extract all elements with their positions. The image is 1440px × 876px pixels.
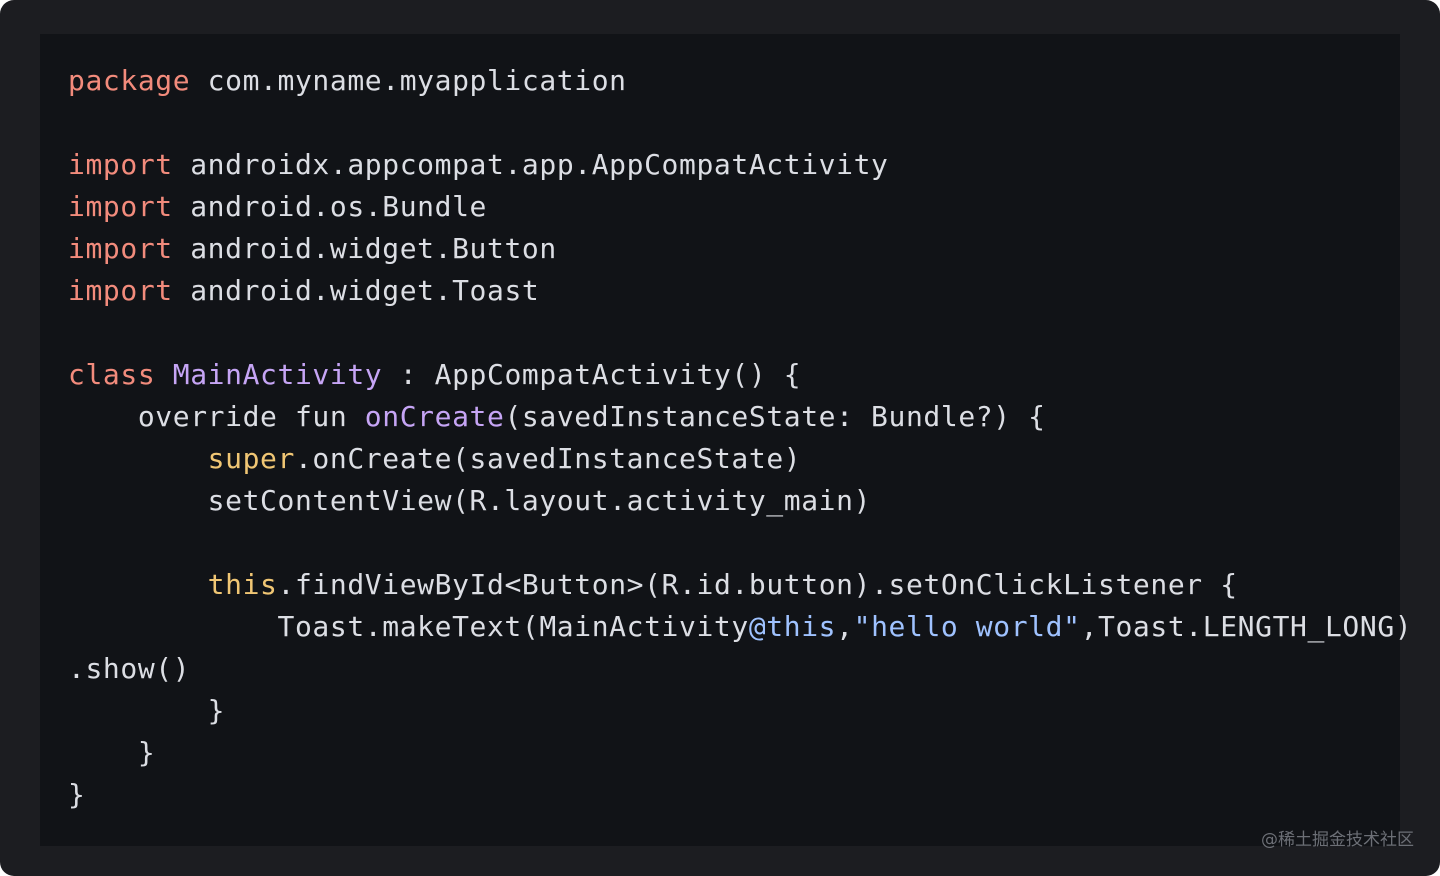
code-token: setContentView(R.layout.activity_main) xyxy=(68,484,872,517)
code-token: } xyxy=(68,778,86,811)
watermark: @稀土掘金技术社区 xyxy=(1261,830,1414,850)
code-token: , xyxy=(836,610,854,643)
code-token-str: "hello world" xyxy=(853,610,1081,643)
code-token: androidx.appcompat.app.AppCompatActivity xyxy=(172,148,889,181)
code-line: import android.widget.Button xyxy=(68,228,1412,270)
code-token-kw: import xyxy=(68,232,173,265)
code-token: } xyxy=(68,694,226,727)
code-token: .findViewById<Button>(R.id.button).setOn… xyxy=(277,568,1238,601)
code-token-str: @this xyxy=(748,610,837,643)
code-token: android.widget.Toast xyxy=(172,274,540,307)
code-token: .onCreate(savedInstanceState) xyxy=(294,442,802,475)
code-line: this.findViewById<Button>(R.id.button).s… xyxy=(68,564,1412,606)
code-token: } xyxy=(68,736,156,769)
code-line: } xyxy=(68,690,1412,732)
code-token-kw: class xyxy=(68,358,156,391)
code-line: } xyxy=(68,774,1412,816)
code-token: android.os.Bundle xyxy=(172,190,487,223)
code-line: import androidx.appcompat.app.AppCompatA… xyxy=(68,144,1412,186)
code-line: } xyxy=(68,732,1412,774)
code-line: Toast.makeText(MainActivity@this,"hello … xyxy=(68,606,1412,648)
code-token-kw: import xyxy=(68,148,173,181)
code-token-fn: onCreate xyxy=(364,400,505,433)
code-token-kw: package xyxy=(68,64,191,97)
code-token-yel: this xyxy=(207,568,278,601)
code-token-yel: super xyxy=(207,442,295,475)
code-token-kw: import xyxy=(68,190,173,223)
code-token: : AppCompatActivity() { xyxy=(382,358,802,391)
code-line: import android.widget.Toast xyxy=(68,270,1412,312)
code-token: ,Toast.LENGTH_LONG) xyxy=(1080,610,1413,643)
code-line: package com.myname.myapplication xyxy=(68,60,1412,102)
code-line: .show() xyxy=(68,648,1412,690)
code-token: .show() xyxy=(68,652,191,685)
code-token: com.myname.myapplication xyxy=(190,64,627,97)
code-line: super.onCreate(savedInstanceState) xyxy=(68,438,1412,480)
code-block: package com.myname.myapplication import a… xyxy=(68,60,1412,816)
code-line: override fun onCreate(savedInstanceState… xyxy=(68,396,1412,438)
code-token: android.widget.Button xyxy=(172,232,557,265)
code-line: setContentView(R.layout.activity_main) xyxy=(68,480,1412,522)
code-line: class MainActivity : AppCompatActivity()… xyxy=(68,354,1412,396)
code-token-kw: import xyxy=(68,274,173,307)
code-card: package com.myname.myapplication import a… xyxy=(0,0,1440,876)
code-token-cls: MainActivity xyxy=(172,358,383,391)
code-token: (savedInstanceState: Bundle?) { xyxy=(504,400,1046,433)
code-token: Toast.makeText(MainActivity xyxy=(68,610,749,643)
code-line: import android.os.Bundle xyxy=(68,186,1412,228)
code-token: override fun xyxy=(68,400,365,433)
